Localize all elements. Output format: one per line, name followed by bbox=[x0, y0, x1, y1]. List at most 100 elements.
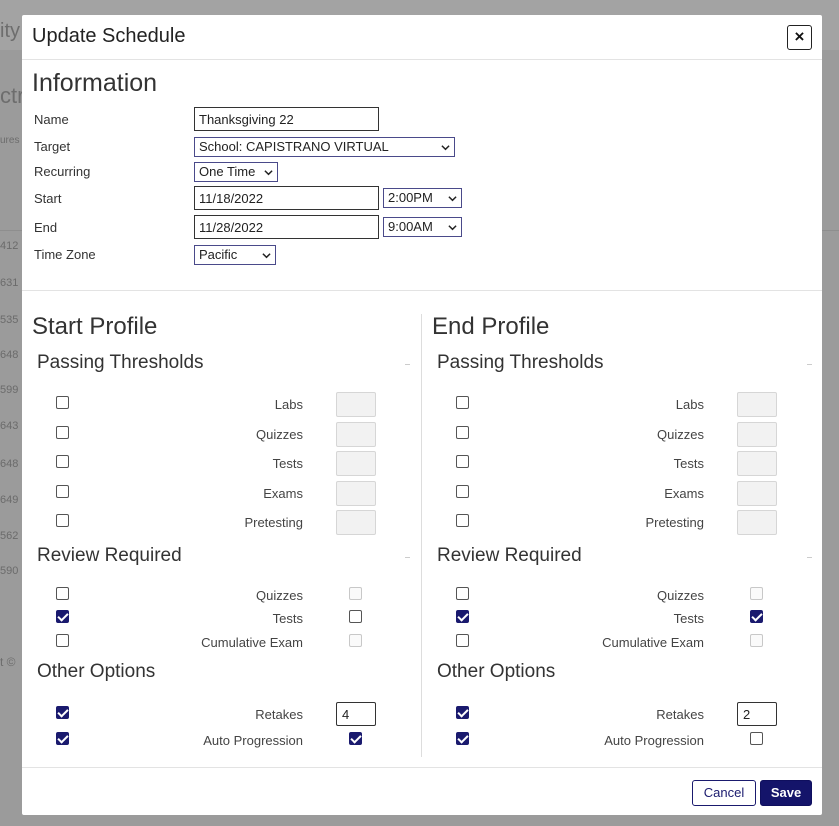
target-label: Target bbox=[34, 139, 71, 154]
timezone-select-value: Pacific bbox=[199, 247, 238, 262]
threshold-quizzes-label: Quizzes bbox=[657, 427, 704, 442]
auto-progression-label: Auto Progression bbox=[604, 733, 704, 748]
threshold-labs-label: Labs bbox=[274, 397, 303, 412]
background-number: 599 bbox=[0, 384, 19, 396]
profile-divider bbox=[421, 314, 422, 757]
modal-title: Update Schedule bbox=[32, 25, 186, 47]
section-divider bbox=[22, 290, 822, 291]
recurring-label: Recurring bbox=[34, 164, 91, 179]
threshold-exams-label: Exams bbox=[664, 486, 704, 501]
close-button[interactable]: × bbox=[787, 25, 812, 50]
end-time-value: 9:00AM bbox=[388, 219, 433, 234]
threshold-labs-input[interactable] bbox=[336, 392, 376, 417]
review-quizzes-checkbox[interactable] bbox=[456, 587, 469, 600]
review-cumulative-exam-label: Cumulative Exam bbox=[201, 635, 303, 650]
background-number: 649 bbox=[0, 494, 19, 506]
passing-thresholds-heading: Passing Thresholds bbox=[37, 352, 204, 373]
threshold-labs-label: Labs bbox=[675, 397, 704, 412]
threshold-pretesting-input[interactable] bbox=[737, 510, 777, 535]
retakes-label: Retakes bbox=[656, 707, 704, 722]
threshold-labs-checkbox[interactable] bbox=[56, 396, 69, 409]
background-number: 631 bbox=[0, 277, 19, 289]
target-select[interactable]: School: CAPISTRANO VIRTUAL bbox=[194, 137, 455, 157]
threshold-tests-label: Tests bbox=[673, 456, 704, 471]
auto-progression-option-checkbox[interactable] bbox=[349, 732, 362, 745]
auto-progression-checkbox[interactable] bbox=[456, 732, 469, 745]
chevron-down-icon bbox=[441, 145, 450, 151]
threshold-exams-checkbox[interactable] bbox=[456, 485, 469, 498]
threshold-tests-checkbox[interactable] bbox=[56, 455, 69, 468]
close-icon: × bbox=[794, 27, 805, 46]
threshold-exams-checkbox[interactable] bbox=[56, 485, 69, 498]
chevron-down-icon bbox=[448, 225, 457, 231]
auto-progression-checkbox[interactable] bbox=[56, 732, 69, 745]
threshold-tests-label: Tests bbox=[272, 456, 303, 471]
review-quizzes-label: Quizzes bbox=[256, 588, 303, 603]
information-heading: Information bbox=[32, 69, 158, 97]
threshold-quizzes-checkbox[interactable] bbox=[456, 426, 469, 439]
review-tests-label: Tests bbox=[272, 611, 303, 626]
threshold-pretesting-label: Pretesting bbox=[645, 515, 704, 530]
target-select-value: School: CAPISTRANO VIRTUAL bbox=[199, 139, 389, 154]
background-number: 412 bbox=[0, 240, 19, 252]
review-tests-option-checkbox[interactable] bbox=[750, 610, 763, 623]
threshold-labs-input[interactable] bbox=[737, 392, 777, 417]
review-quizzes-option-checkbox[interactable] bbox=[750, 587, 763, 600]
threshold-exams-input[interactable] bbox=[737, 481, 777, 506]
timezone-select[interactable]: Pacific bbox=[194, 245, 276, 265]
end-date-input[interactable] bbox=[194, 215, 379, 239]
auto-progression-option-checkbox[interactable] bbox=[750, 732, 763, 745]
threshold-exams-input[interactable] bbox=[336, 481, 376, 506]
other-options-heading: Other Options bbox=[37, 661, 156, 682]
threshold-quizzes-input[interactable] bbox=[737, 422, 777, 447]
modal-footer: Cancel Save bbox=[22, 767, 822, 815]
review-quizzes-option-checkbox[interactable] bbox=[349, 587, 362, 600]
start-profile-heading: Start Profile bbox=[32, 313, 158, 340]
background-fragment: ures bbox=[0, 135, 20, 146]
end-time-select[interactable]: 9:00AM bbox=[383, 217, 462, 237]
retakes-checkbox[interactable] bbox=[56, 706, 69, 719]
review-cumulative-exam-option-checkbox[interactable] bbox=[750, 634, 763, 647]
modal-header: Update Schedule × bbox=[22, 15, 822, 60]
review-quizzes-checkbox[interactable] bbox=[56, 587, 69, 600]
start-time-value: 2:00PM bbox=[388, 190, 433, 205]
threshold-quizzes-input[interactable] bbox=[336, 422, 376, 447]
recurring-select[interactable]: One Time bbox=[194, 162, 278, 182]
background-number: 648 bbox=[0, 458, 19, 470]
save-button[interactable]: Save bbox=[760, 780, 812, 806]
background-number: 648 bbox=[0, 349, 19, 361]
update-schedule-modal: Update Schedule × Information Name Targe… bbox=[22, 15, 822, 815]
name-input[interactable] bbox=[194, 107, 379, 131]
background-number: 643 bbox=[0, 420, 19, 432]
start-date-input[interactable] bbox=[194, 186, 379, 210]
threshold-tests-checkbox[interactable] bbox=[456, 455, 469, 468]
background-number: 590 bbox=[0, 565, 19, 577]
end-profile-heading: End Profile bbox=[432, 313, 550, 340]
threshold-tests-input[interactable] bbox=[336, 451, 376, 476]
threshold-pretesting-checkbox[interactable] bbox=[56, 514, 69, 527]
review-tests-option-checkbox[interactable] bbox=[349, 610, 362, 623]
review-cumulative-exam-checkbox[interactable] bbox=[56, 634, 69, 647]
retakes-input[interactable] bbox=[737, 702, 777, 726]
chevron-down-icon bbox=[448, 196, 457, 202]
review-quizzes-label: Quizzes bbox=[657, 588, 704, 603]
recurring-select-value: One Time bbox=[199, 164, 256, 179]
threshold-quizzes-checkbox[interactable] bbox=[56, 426, 69, 439]
timezone-label: Time Zone bbox=[34, 247, 96, 262]
review-tests-checkbox[interactable] bbox=[456, 610, 469, 623]
review-cumulative-exam-checkbox[interactable] bbox=[456, 634, 469, 647]
chevron-down-icon bbox=[264, 170, 273, 176]
start-time-select[interactable]: 2:00PM bbox=[383, 188, 462, 208]
threshold-tests-input[interactable] bbox=[737, 451, 777, 476]
threshold-labs-checkbox[interactable] bbox=[456, 396, 469, 409]
retakes-checkbox[interactable] bbox=[456, 706, 469, 719]
cancel-button[interactable]: Cancel bbox=[692, 780, 756, 806]
retakes-input[interactable] bbox=[336, 702, 376, 726]
review-tests-checkbox[interactable] bbox=[56, 610, 69, 623]
review-cumulative-exam-option-checkbox[interactable] bbox=[349, 634, 362, 647]
threshold-pretesting-label: Pretesting bbox=[244, 515, 303, 530]
passing-thresholds-heading: Passing Thresholds bbox=[437, 352, 604, 373]
threshold-pretesting-checkbox[interactable] bbox=[456, 514, 469, 527]
threshold-pretesting-input[interactable] bbox=[336, 510, 376, 535]
review-cumulative-exam-label: Cumulative Exam bbox=[602, 635, 704, 650]
